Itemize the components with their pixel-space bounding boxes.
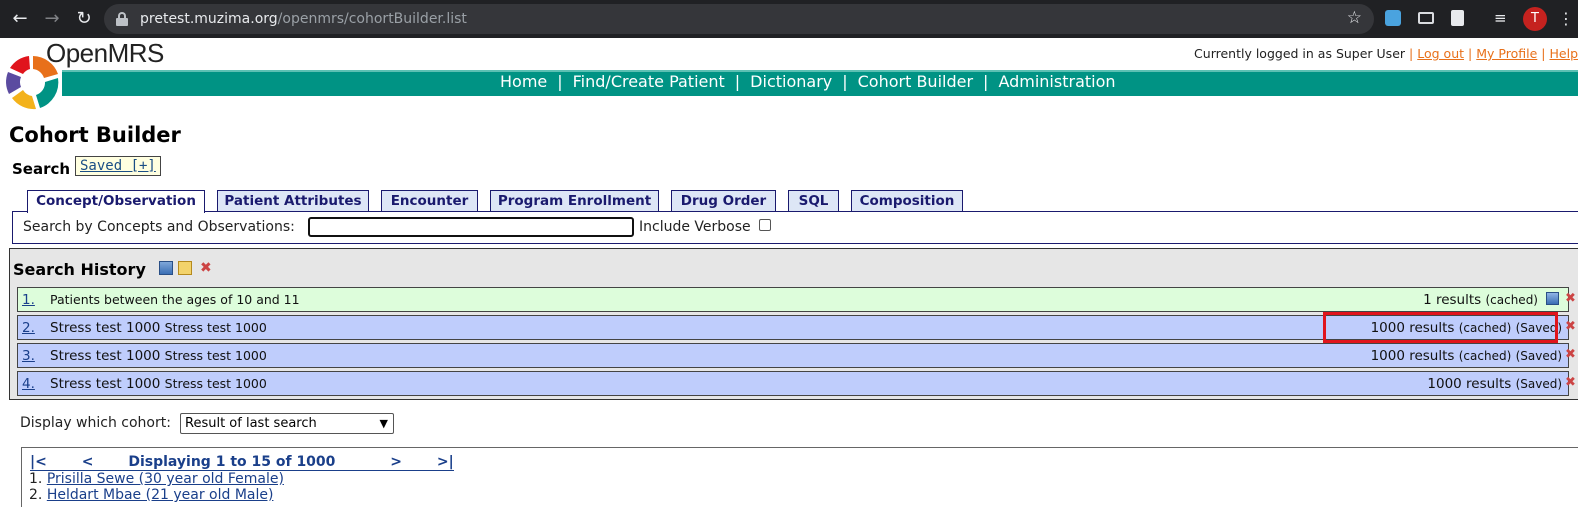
prev-page-link[interactable]: < <box>82 454 94 470</box>
cohort-results-panel: |< < Displaying 1 to 15 of 1000 > >| 1. … <box>21 447 1578 507</box>
history-row: 1. Patients between the ages of 10 and 1… <box>17 287 1569 312</box>
delete-row-icon[interactable]: ✖ <box>1565 347 1576 362</box>
my-profile-link[interactable]: My Profile <box>1476 46 1537 61</box>
nav-dictionary[interactable]: Dictionary <box>750 72 832 91</box>
clear-history-icon[interactable]: ✖ <box>200 261 214 275</box>
history-row: 4. Stress test 1000 Stress test 1000 100… <box>17 371 1569 396</box>
tab-sql[interactable]: SQL <box>788 190 839 212</box>
media-queue-icon[interactable]: ≡ <box>1494 9 1510 25</box>
history-row-number[interactable]: 1. <box>22 292 35 308</box>
tab-drug-order[interactable]: Drug Order <box>671 190 776 212</box>
extension-sync-icon[interactable] <box>1385 10 1401 26</box>
history-row-description: Patients between the ages of 10 and 11 <box>50 292 300 308</box>
user-bar: Currently logged in as Super User|Log ou… <box>1194 46 1578 61</box>
bookmark-star-icon[interactable]: ☆ <box>1347 8 1362 28</box>
tab-composition[interactable]: Composition <box>851 190 963 212</box>
list-item: 1. Prisilla Sewe (30 year old Female) <box>29 471 284 487</box>
tab-program-enrollment[interactable]: Program Enrollment <box>490 190 659 212</box>
history-row-description: Stress test 1000 Stress test 1000 <box>50 320 267 336</box>
address-bar[interactable]: pretest.muzima.org/openmrs/cohortBuilder… <box>104 4 1374 34</box>
cast-icon[interactable] <box>1418 12 1434 24</box>
highlight-annotation-box <box>1323 312 1558 343</box>
saved-searches-link[interactable]: Saved [+] <box>75 156 161 176</box>
history-row-description: Stress test 1000 Stress test 1000 <box>50 376 267 392</box>
document-icon[interactable] <box>1451 10 1464 26</box>
history-row-description: Stress test 1000 Stress test 1000 <box>50 348 267 364</box>
logged-in-text: Currently logged in as Super User <box>1194 46 1405 61</box>
history-row-result: 1000 results (cached) (Saved) <box>1371 348 1562 364</box>
delete-row-icon[interactable]: ✖ <box>1565 291 1576 306</box>
display-cohort-select[interactable]: Result of last search▼ <box>180 413 394 434</box>
browser-toolbar: ← → ↻ pretest.muzima.org/openmrs/cohortB… <box>0 0 1578 38</box>
page-title: Cohort Builder <box>9 123 181 147</box>
main-nav: Home|Find/Create Patient|Dictionary|Coho… <box>500 72 1116 91</box>
results-pager: |< < Displaying 1 to 15 of 1000 > >| <box>30 454 454 471</box>
first-page-link[interactable]: |< <box>30 454 47 470</box>
search-label: Search <box>12 160 70 178</box>
patient-link[interactable]: Heldart Mbae (21 year old Male) <box>47 487 274 503</box>
logout-link[interactable]: Log out <box>1417 46 1464 61</box>
lock-icon <box>116 12 128 26</box>
pager-summary: Displaying 1 to 15 of 1000 <box>128 454 335 470</box>
load-history-icon[interactable] <box>178 261 192 275</box>
history-row-result: 1 results (cached) <box>1423 292 1538 308</box>
chevron-down-icon: ▼ <box>380 415 388 432</box>
reload-icon[interactable]: ↻ <box>72 7 96 31</box>
display-cohort-label: Display which cohort: <box>20 415 171 431</box>
next-page-link[interactable]: > <box>390 454 402 470</box>
last-page-link[interactable]: >| <box>437 454 454 470</box>
tab-encounter[interactable]: Encounter <box>381 190 478 212</box>
history-row-number[interactable]: 4. <box>22 376 35 392</box>
forward-arrow-icon[interactable]: → <box>40 7 64 31</box>
include-verbose-label: Include Verbose <box>639 219 751 235</box>
save-search-icon[interactable] <box>1546 292 1559 305</box>
search-history-title: Search History <box>13 260 146 279</box>
list-item: 2. Heldart Mbae (21 year old Male) <box>29 487 273 503</box>
tab-patient-attributes[interactable]: Patient Attributes <box>217 190 369 212</box>
patient-link[interactable]: Prisilla Sewe (30 year old Female) <box>47 471 284 487</box>
concept-search-input[interactable] <box>308 217 634 237</box>
nav-cohort-builder[interactable]: Cohort Builder <box>858 72 973 91</box>
nav-administration[interactable]: Administration <box>998 72 1115 91</box>
nav-home[interactable]: Home <box>500 72 547 91</box>
include-verbose-checkbox[interactable] <box>759 219 771 231</box>
delete-row-icon[interactable]: ✖ <box>1565 319 1576 334</box>
nav-find-create-patient[interactable]: Find/Create Patient <box>573 72 725 91</box>
history-row: 3. Stress test 1000 Stress test 1000 100… <box>17 343 1569 368</box>
save-history-icon[interactable] <box>159 261 173 275</box>
url-text: pretest.muzima.org/openmrs/cohortBuilder… <box>140 10 467 28</box>
history-row-number[interactable]: 2. <box>22 320 35 336</box>
history-row-number[interactable]: 3. <box>22 348 35 364</box>
brand-name: OpenMRS <box>46 38 164 69</box>
delete-row-icon[interactable]: ✖ <box>1565 375 1576 390</box>
concept-search-label: Search by Concepts and Observations: <box>23 219 295 235</box>
profile-avatar[interactable]: T <box>1523 7 1547 31</box>
history-row-result: 1000 results (Saved) <box>1427 376 1562 392</box>
back-arrow-icon[interactable]: ← <box>8 7 32 31</box>
tab-concept-observation[interactable]: Concept/Observation <box>27 190 205 213</box>
help-link[interactable]: Help <box>1550 46 1578 61</box>
menu-kebab-icon[interactable]: ⋮ <box>1558 9 1574 28</box>
concept-search-panel: Search by Concepts and Observations: Inc… <box>12 211 1578 244</box>
